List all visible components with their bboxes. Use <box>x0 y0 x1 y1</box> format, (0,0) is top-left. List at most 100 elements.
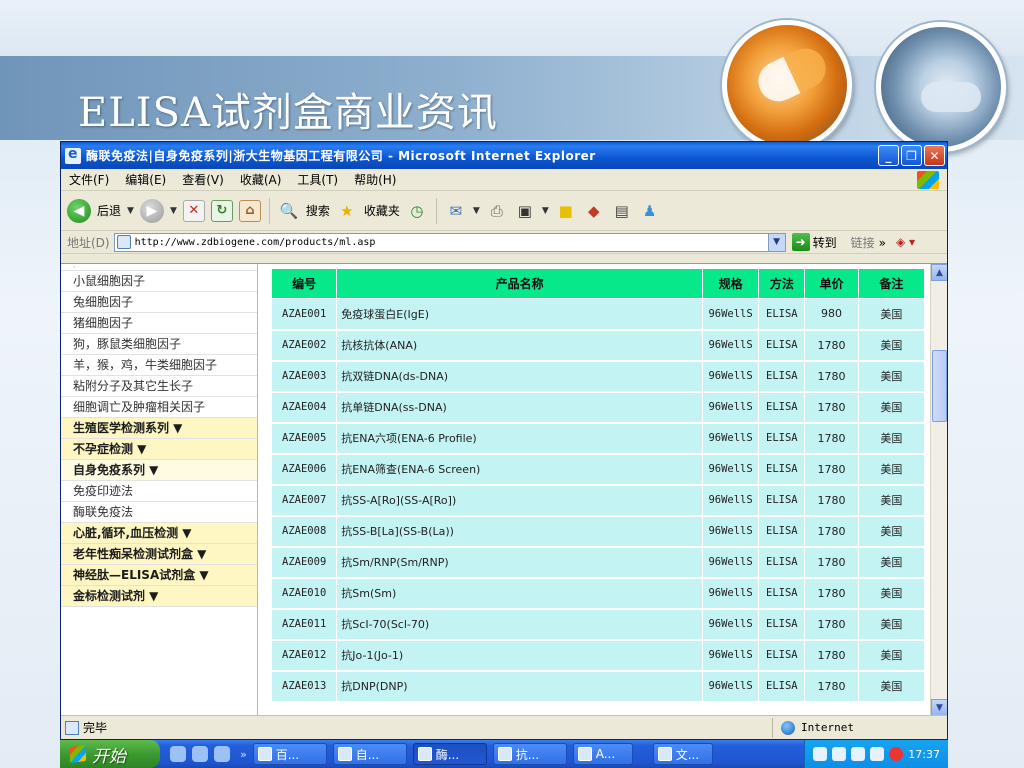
scroll-thumb[interactable] <box>932 350 947 422</box>
cell-product-name[interactable]: 抗单链DNA(ss-DNA) <box>336 391 703 424</box>
nav-category[interactable]: 金标检测试剂 ▼ <box>61 586 257 607</box>
nav-item[interactable]: 免疫印迹法 <box>61 481 257 502</box>
menu-edit[interactable]: 编辑(E) <box>125 171 166 188</box>
cell-price: 1780 <box>804 360 859 393</box>
discuss-icon[interactable]: ■ <box>555 201 577 221</box>
alert-icon[interactable] <box>889 747 904 761</box>
taskbar-button[interactable]: 百... <box>252 743 327 765</box>
print-icon[interactable]: ⎙ <box>486 201 508 221</box>
mail-dropdown-icon[interactable]: ▼ <box>473 206 480 216</box>
task-ie-icon <box>417 747 432 761</box>
toolbar-separator <box>435 197 437 224</box>
display-icon[interactable] <box>851 747 866 761</box>
links-more-icon: » <box>878 235 886 250</box>
messenger-box-icon[interactable]: ▤ <box>611 201 633 221</box>
nav-category[interactable]: 神经肽—ELISA试剂盒 ▼ <box>61 565 257 586</box>
quicklaunch-app-icon[interactable] <box>192 746 208 762</box>
cell-method: ELISA <box>758 360 806 393</box>
nav-item[interactable]: 兔细胞因子 <box>61 292 257 313</box>
clock[interactable]: 17:37 <box>908 748 940 761</box>
nav-item[interactable]: 细胞调亡及肿瘤相关因子 <box>61 397 257 418</box>
cell-product-name[interactable]: 抗SS-A[Ro](SS-A[Ro]) <box>336 484 703 517</box>
start-button[interactable]: 开始 <box>60 740 160 768</box>
cell-spec: 96WellS <box>701 608 760 641</box>
menu-file[interactable]: 文件(F) <box>69 171 109 188</box>
back-button-label[interactable]: 后退 <box>97 202 121 219</box>
back-arrow-icon[interactable]: ◀ <box>67 198 91 223</box>
scroll-down-icon[interactable]: ▼ <box>931 699 947 715</box>
minimize-button[interactable]: _ <box>878 145 899 166</box>
keyboard-icon[interactable] <box>813 747 828 761</box>
scroll-up-icon[interactable]: ▲ <box>931 264 947 281</box>
cell-product-name[interactable]: 抗ENA六项(ENA-6 Profile) <box>336 422 703 455</box>
nav-category[interactable]: 老年性痴呆检测试剂盒 ▼ <box>61 544 257 565</box>
cell-product-name[interactable]: 抗核抗体(ANA) <box>336 329 703 362</box>
mail-icon[interactable]: ✉ <box>445 201 467 221</box>
favorites-button-label[interactable]: 收藏夹 <box>364 202 400 219</box>
nav-category[interactable]: 不孕症检测 ▼ <box>61 439 257 460</box>
nav-category[interactable]: 生殖医学检测系列 ▼ <box>61 418 257 439</box>
forward-arrow-icon[interactable]: ▶ <box>139 198 164 223</box>
cell-product-name[interactable]: 抗Sm/RNP(Sm/RNP) <box>336 546 703 579</box>
taskbar-button[interactable]: A... <box>572 743 633 765</box>
window-titlebar[interactable]: 酶联免疫法|自身免疫系列|浙大生物基因工程有限公司 - Microsoft In… <box>61 142 947 169</box>
favorites-star-icon[interactable]: ★ <box>336 201 358 221</box>
quick-launch-expand-icon[interactable]: » <box>240 748 247 761</box>
header-price: 单价 <box>804 268 859 299</box>
menu-favorites[interactable]: 收藏(A) <box>240 171 282 188</box>
links-button[interactable]: 链接» <box>851 234 886 251</box>
cell-product-name[interactable]: 抗ENA筛查(ENA-6 Screen) <box>336 453 703 486</box>
search-button-label[interactable]: 搜索 <box>306 202 330 219</box>
header-note: 备注 <box>857 268 926 299</box>
cell-price: 1780 <box>804 391 859 424</box>
messenger-icon[interactable]: ♟ <box>639 201 661 221</box>
address-url[interactable]: http://www.zdbiogene.com/products/ml.asp <box>135 237 376 248</box>
nav-category[interactable]: 心脏,循环,血压检测 ▼ <box>61 523 257 544</box>
vertical-scrollbar[interactable]: ▲ ▼ <box>930 264 947 715</box>
refresh-icon[interactable]: ↻ <box>210 199 233 222</box>
nav-category-active[interactable]: 自身免疫系列 ▼ <box>61 460 257 481</box>
translate-icon[interactable]: ◈ ▾ <box>896 235 915 249</box>
history-icon[interactable]: ◷ <box>406 201 428 221</box>
cell-product-name[interactable]: 抗Sm(Sm) <box>336 577 703 610</box>
taskbar-button[interactable]: 文... <box>652 743 713 765</box>
address-input[interactable]: http://www.zdbiogene.com/products/ml.asp <box>113 232 769 252</box>
cell-code: AZAE003 <box>270 360 338 393</box>
network-icon[interactable] <box>832 747 847 761</box>
nav-item[interactable]: 小鼠细胞因子 <box>61 271 257 292</box>
nav-item[interactable]: 狗，豚鼠类细胞因子 <box>61 334 257 355</box>
back-dropdown-icon[interactable]: ▼ <box>127 206 134 216</box>
nav-item[interactable]: 粘附分子及其它生长子 <box>61 376 257 397</box>
taskbar-button[interactable]: 抗... <box>492 743 567 765</box>
address-dropdown-icon[interactable]: ▼ <box>768 232 786 252</box>
nav-item[interactable]: 羊，猴，鸡，牛类细胞因子 <box>61 355 257 376</box>
table-row: AZAE008 抗SS-B[La](SS-B(La)) 96WellS ELISA 17… <box>270 515 926 548</box>
restore-button[interactable]: ❐ <box>901 145 922 166</box>
cell-product-name[interactable]: 抗Jo-1(Jo-1) <box>336 639 703 672</box>
go-button[interactable]: ➜ 转到 <box>791 233 837 251</box>
cell-product-name[interactable]: 抗双链DNA(ds-DNA) <box>336 360 703 393</box>
forward-dropdown-icon[interactable]: ▼ <box>170 206 177 216</box>
research-icon[interactable]: ◆ <box>583 201 605 221</box>
quicklaunch-ie-icon[interactable] <box>214 746 230 762</box>
close-button[interactable]: ✕ <box>924 145 945 166</box>
nav-item-current[interactable]: 酶联免疫法 <box>61 502 257 523</box>
quicklaunch-app-icon[interactable] <box>170 746 186 762</box>
cell-product-name[interactable]: 抗SS-B[La](SS-B(La)) <box>336 515 703 548</box>
nav-item[interactable]: 猪细胞因子 <box>61 313 257 334</box>
menu-help[interactable]: 帮助(H) <box>354 171 396 188</box>
menu-tools[interactable]: 工具(T) <box>297 171 338 188</box>
stop-icon[interactable]: ✕ <box>182 199 205 222</box>
taskbar-button-active[interactable]: 酶... <box>412 743 487 765</box>
edit-dropdown-icon[interactable]: ▼ <box>542 206 549 216</box>
cell-product-name[interactable]: 免疫球蛋白E(IgE) <box>336 298 703 331</box>
home-icon[interactable]: ⌂ <box>238 199 261 222</box>
cell-product-name[interactable]: 抗DNP(DNP) <box>336 670 703 703</box>
search-icon[interactable]: 🔍 <box>278 201 300 221</box>
cell-product-name[interactable]: 抗ScI-70(Scl-70) <box>336 608 703 641</box>
menu-view[interactable]: 查看(V) <box>182 171 224 188</box>
edit-icon[interactable]: ▣ <box>514 201 536 221</box>
volume-icon[interactable] <box>870 747 885 761</box>
taskbar-button[interactable]: 自... <box>332 743 407 765</box>
table-row: AZAE013 抗DNP(DNP) 96WellS ELISA 1780 美国 <box>270 670 926 703</box>
